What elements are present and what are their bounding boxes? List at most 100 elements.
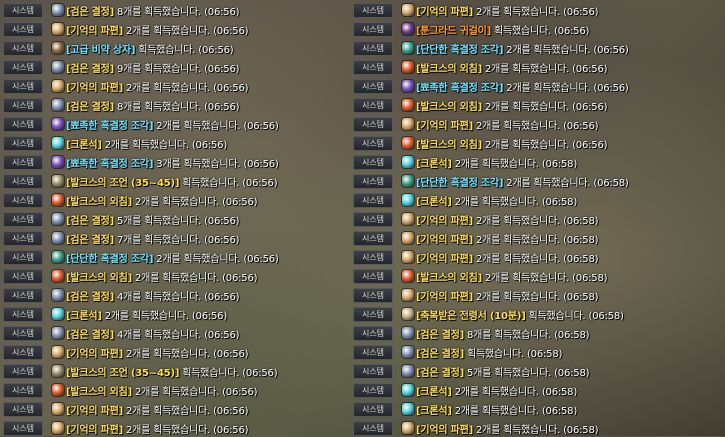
black-stone-icon[interactable]: [402, 327, 414, 339]
item-link[interactable]: [기억의 파편]: [416, 7, 473, 18]
hard-black-crystal-icon[interactable]: [402, 42, 414, 54]
memory-fragment-icon[interactable]: [402, 213, 414, 225]
item-link[interactable]: [기억의 파편]: [416, 121, 473, 132]
acquired-text: 2개를 획득했습니다.: [473, 120, 564, 132]
item-link[interactable]: [기억의 파편]: [66, 83, 123, 94]
memory-fragment-icon[interactable]: [52, 346, 64, 358]
item-link[interactable]: [발크스의 외침]: [416, 102, 482, 113]
black-stone-icon[interactable]: [52, 213, 64, 225]
memory-fragment-icon[interactable]: [402, 422, 414, 434]
log-message: [기억의 파편] 2개를 획득했습니다. (06:58): [416, 421, 599, 436]
timestamp: (06:56): [204, 6, 240, 18]
memory-fragment-icon[interactable]: [52, 422, 64, 434]
black-stone-icon[interactable]: [402, 365, 414, 377]
item-link[interactable]: [크론석]: [416, 406, 452, 417]
memory-fragment-icon[interactable]: [52, 23, 64, 35]
sharp-black-crystal-icon[interactable]: [402, 80, 414, 92]
timestamp: (06:56): [191, 310, 228, 322]
memory-fragment-icon[interactable]: [402, 4, 414, 16]
memory-fragment-icon[interactable]: [402, 251, 414, 263]
black-stone-icon[interactable]: [52, 327, 64, 339]
hard-black-crystal-icon[interactable]: [402, 175, 414, 187]
valks-cry-icon[interactable]: [52, 270, 64, 282]
valks-cry-icon[interactable]: [402, 270, 414, 282]
item-link[interactable]: [검은 결정]: [416, 330, 464, 341]
item-link[interactable]: [발크스의 조언 (35~45)]: [66, 178, 179, 189]
item-link[interactable]: [검은 결정]: [416, 349, 464, 360]
hard-black-crystal-icon[interactable]: [52, 251, 64, 263]
item-link[interactable]: [검은 결정]: [66, 216, 114, 227]
item-link[interactable]: [기억의 파편]: [66, 425, 123, 436]
sharp-black-crystal-icon[interactable]: [52, 118, 64, 130]
item-link[interactable]: [기억의 파편]: [416, 292, 473, 303]
black-stone-icon[interactable]: [52, 4, 64, 16]
log-row: 시스템 [크론석] 2개를 획득했습니다. (06:58): [350, 400, 710, 418]
item-link[interactable]: [발크스의 외침]: [416, 64, 482, 75]
item-link[interactable]: [크론석]: [416, 197, 452, 208]
cron-stone-icon[interactable]: [402, 384, 414, 396]
item-link[interactable]: [기억의 파편]: [416, 254, 473, 265]
memory-fragment-icon[interactable]: [402, 289, 414, 301]
black-stone-icon[interactable]: [52, 99, 64, 111]
item-link[interactable]: [검은 결정]: [66, 7, 114, 18]
valks-cry-icon[interactable]: [402, 137, 414, 149]
item-link[interactable]: [축복받은 전령서 (10분)]: [416, 311, 526, 322]
item-link[interactable]: [발크스의 외침]: [416, 273, 482, 284]
item-link[interactable]: [툰그라드 귀걸이]: [416, 26, 491, 37]
item-link[interactable]: [뾰족한 흑결정 조각]: [66, 159, 154, 170]
log-message: [검은 결정] 5개를 획득했습니다. (06:56): [66, 212, 240, 227]
item-link[interactable]: [검은 결정]: [66, 102, 114, 113]
log-row: 시스템 [검은 결정] 5개를 획득했습니다. (06:56): [0, 210, 360, 228]
item-link[interactable]: [검은 결정]: [66, 64, 114, 75]
item-link[interactable]: [크론석]: [416, 159, 452, 170]
black-stone-icon[interactable]: [52, 232, 64, 244]
item-link[interactable]: [발크스의 외침]: [66, 273, 132, 284]
valks-cry-icon[interactable]: [52, 194, 64, 206]
advice-book-icon[interactable]: [52, 365, 64, 377]
item-link[interactable]: [뾰족한 흑결정 조각]: [66, 121, 154, 132]
item-link[interactable]: [기억의 파편]: [416, 425, 473, 436]
item-link[interactable]: [기억의 파편]: [66, 26, 123, 37]
item-link[interactable]: [기억의 파편]: [416, 235, 473, 246]
scroll-icon[interactable]: [402, 308, 414, 320]
cron-stone-icon[interactable]: [402, 194, 414, 206]
item-link[interactable]: [발크스의 외침]: [416, 140, 482, 151]
memory-fragment-icon[interactable]: [52, 403, 64, 415]
valks-cry-icon[interactable]: [52, 384, 64, 396]
item-link[interactable]: [검은 결정]: [416, 368, 464, 379]
item-link[interactable]: [발크스의 외침]: [66, 387, 132, 398]
elixir-box-icon[interactable]: [52, 42, 64, 54]
item-link[interactable]: [발크스의 외침]: [66, 197, 132, 208]
cron-stone-icon[interactable]: [52, 308, 64, 320]
tungrad-earring-icon[interactable]: [402, 23, 414, 35]
memory-fragment-icon[interactable]: [52, 80, 64, 92]
black-stone-icon[interactable]: [52, 289, 64, 301]
item-link[interactable]: [크론석]: [416, 387, 452, 398]
item-link[interactable]: [크론석]: [66, 311, 102, 322]
black-stone-icon[interactable]: [52, 61, 64, 73]
item-link[interactable]: [발크스의 조언 (35~45)]: [66, 368, 179, 379]
cron-stone-icon[interactable]: [52, 137, 64, 149]
acquired-text: 2개를 획득했습니다.: [482, 101, 573, 113]
cron-stone-icon[interactable]: [402, 156, 414, 168]
item-link[interactable]: [뾰족한 흑결정 조각]: [416, 83, 504, 94]
item-link[interactable]: [기억의 파편]: [416, 216, 473, 227]
item-link[interactable]: [크론석]: [66, 140, 102, 151]
item-link[interactable]: [단단한 흑결정 조각]: [416, 45, 504, 56]
advice-book-icon[interactable]: [52, 175, 64, 187]
valks-cry-icon[interactable]: [402, 99, 414, 111]
item-link[interactable]: [기억의 파편]: [66, 406, 123, 417]
memory-fragment-icon[interactable]: [402, 118, 414, 130]
sharp-black-crystal-icon[interactable]: [52, 156, 64, 168]
item-link[interactable]: [단단한 흑결정 조각]: [66, 254, 154, 265]
valks-cry-icon[interactable]: [402, 61, 414, 73]
memory-fragment-icon[interactable]: [402, 232, 414, 244]
item-link[interactable]: [기억의 파편]: [66, 349, 123, 360]
item-link[interactable]: [단단한 흑결정 조각]: [416, 178, 504, 189]
item-link[interactable]: [검은 결정]: [66, 330, 114, 341]
item-link[interactable]: [검은 결정]: [66, 292, 114, 303]
cron-stone-icon[interactable]: [402, 403, 414, 415]
item-link[interactable]: [검은 결정]: [66, 235, 114, 246]
item-link[interactable]: [고급 비약 상자]: [66, 45, 136, 56]
black-stone-icon[interactable]: [402, 346, 414, 358]
